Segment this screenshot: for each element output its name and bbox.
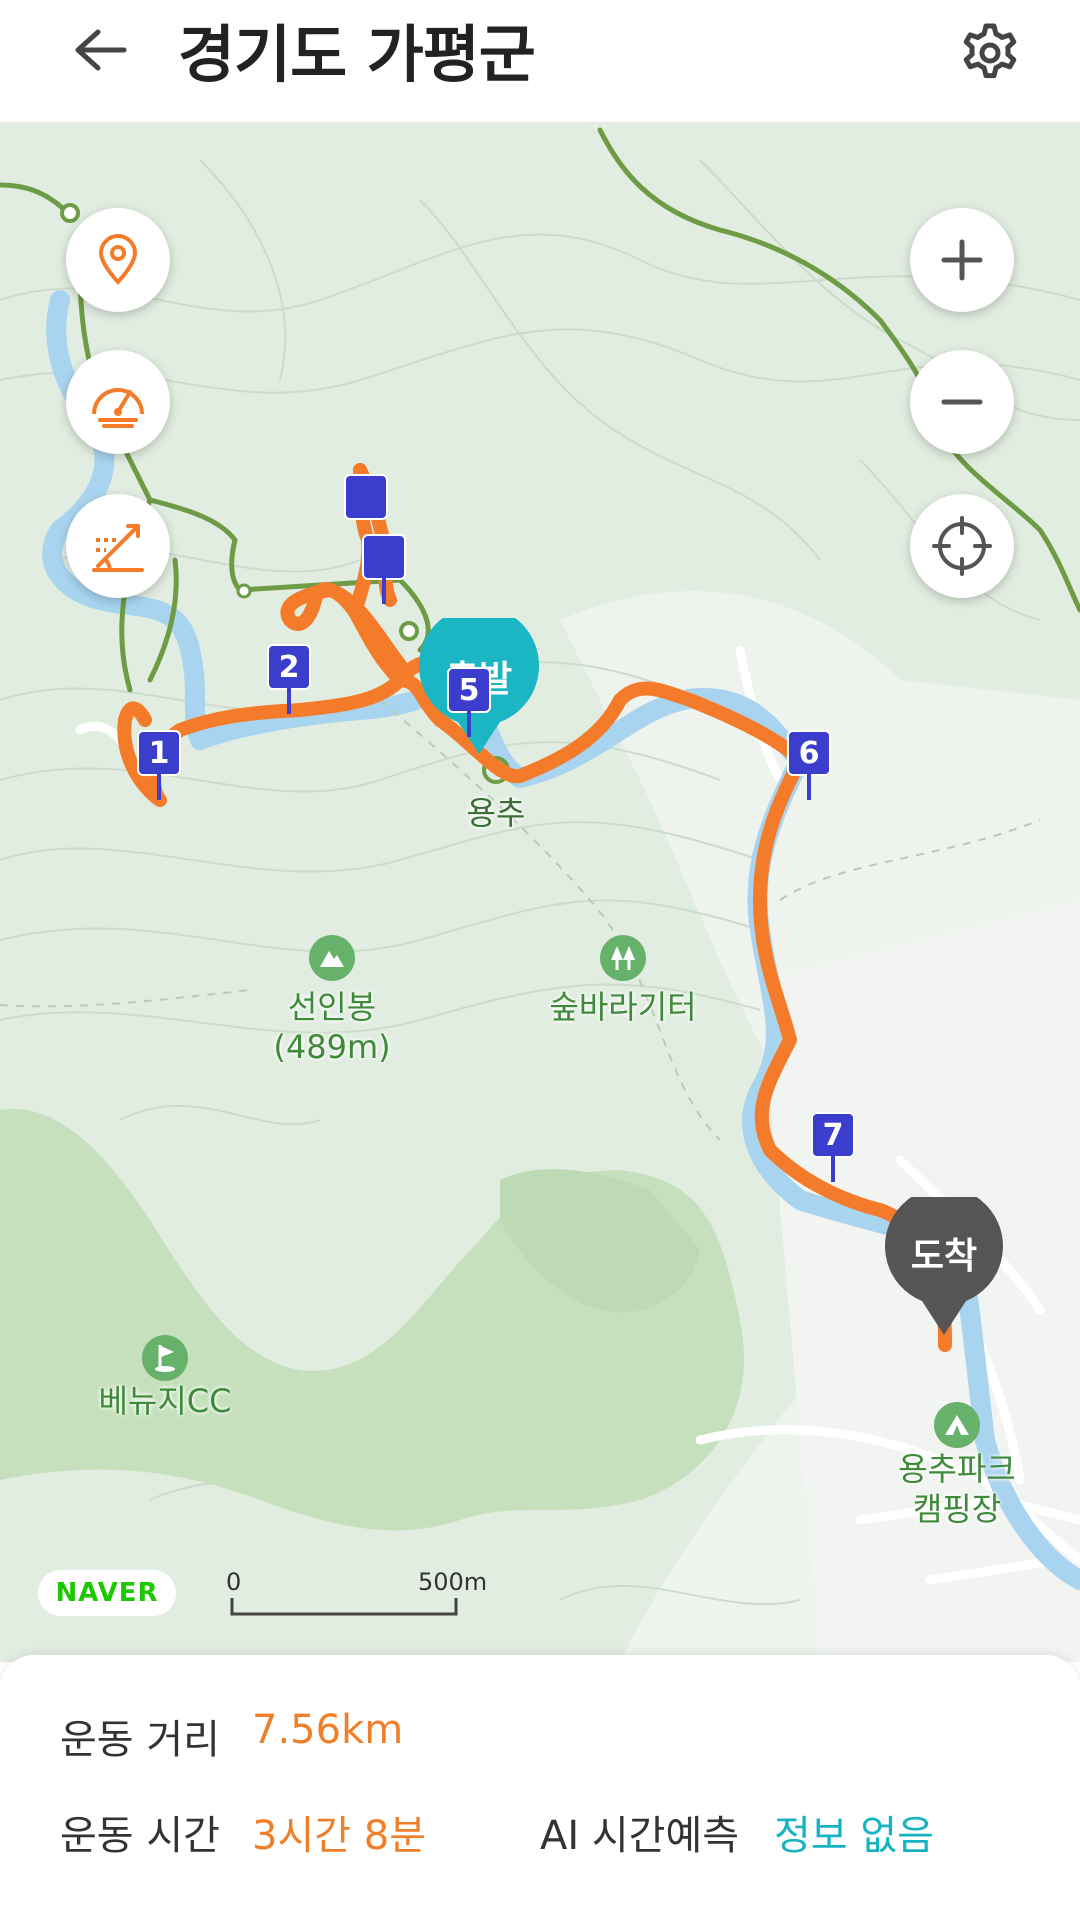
settings-button[interactable] <box>955 18 1025 88</box>
camping-icon <box>934 1402 980 1448</box>
elevation-button[interactable] <box>66 494 170 598</box>
zoom-out-button[interactable] <box>910 350 1014 454</box>
ai-estimate-value: 정보 없음 <box>774 1813 934 1859</box>
waypoint-3[interactable] <box>344 474 388 520</box>
page-title: 경기도 가평군 <box>178 18 536 91</box>
app-header: 경기도 가평군 <box>0 0 1080 122</box>
back-button[interactable] <box>68 18 132 82</box>
waypoint-7[interactable]: 7 <box>811 1112 855 1158</box>
waypoint-4-stem <box>382 578 386 604</box>
gear-icon <box>963 23 1017 79</box>
place-label-golf: 베뉴지CC <box>98 1382 232 1420</box>
time-value: 3시간 8분 <box>252 1813 427 1859</box>
my-location-button[interactable] <box>66 208 170 312</box>
place-label-yongchu: 용추 <box>466 794 526 832</box>
waypoint-6[interactable]: 6 <box>787 730 831 776</box>
recenter-button[interactable] <box>910 494 1014 598</box>
waypoint-1-stem <box>157 774 161 800</box>
ai-estimate-label: AI 시간예측 <box>540 1813 740 1859</box>
place-label-seoninbong: 선인봉 <box>287 988 377 1026</box>
place-label-camping-line1: 용추파크 <box>898 1450 1016 1488</box>
waypoint-1[interactable]: 1 <box>137 730 181 776</box>
waypoint-5-stem <box>467 711 471 737</box>
waypoint-7-stem <box>831 1156 835 1182</box>
map-view[interactable]: 1 2 출발 5 6 7 도착 용추 선인봉 (489m) 숲바라기터 베뉴지C… <box>0 122 1080 1662</box>
distance-value: 7.56km <box>252 1707 404 1753</box>
scale-bar <box>230 1598 458 1616</box>
waypoint-4[interactable] <box>362 534 406 580</box>
scale-end-label: 500m <box>418 1568 488 1596</box>
naver-logo: NAVER <box>38 1570 176 1616</box>
crosshair-icon <box>932 516 992 576</box>
waypoint-6-stem <box>807 774 811 800</box>
place-label-seoninbong-elevation: (489m) <box>273 1028 391 1066</box>
waypoint-2-stem <box>287 688 291 714</box>
scale-start-label: 0 <box>226 1568 242 1596</box>
location-pin-icon <box>98 234 138 285</box>
zoom-in-button[interactable] <box>910 208 1014 312</box>
arrow-left-icon <box>75 29 127 71</box>
golf-icon <box>142 1335 188 1381</box>
zoom-out-icon <box>941 399 983 405</box>
mountain-icon <box>309 935 355 981</box>
stats-panel: 운동 거리 7.56km 운동 시간 3시간 8분 AI 시간예측 정보 없음 <box>0 1655 1080 1919</box>
elevation-icon <box>92 524 144 572</box>
place-label-forest-rest: 숲바라기터 <box>549 988 697 1026</box>
speedometer-icon <box>92 388 144 428</box>
speed-button[interactable] <box>66 350 170 454</box>
waypoint-5[interactable]: 5 <box>447 667 491 713</box>
place-label-camping-line2: 캠핑장 <box>912 1490 1002 1528</box>
time-label: 운동 시간 <box>60 1813 220 1859</box>
forest-icon <box>600 935 646 981</box>
zoom-in-icon <box>941 239 983 281</box>
end-pin-label: 도착 <box>910 1236 978 1277</box>
waypoint-2[interactable]: 2 <box>267 644 311 690</box>
distance-label: 운동 거리 <box>60 1717 220 1763</box>
map-base-layer <box>0 122 1080 1662</box>
